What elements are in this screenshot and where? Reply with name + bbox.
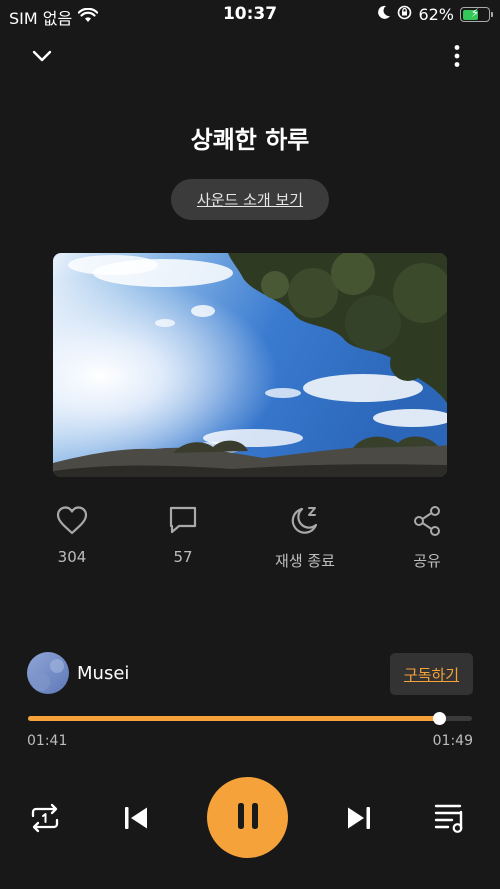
share-button[interactable]: 공유 [372, 505, 482, 571]
page-title: 상쾌한 하루 [190, 126, 310, 154]
channel-row: Musei 구독하기 [0, 652, 500, 696]
sleep-timer-button[interactable]: 재생 종료 [250, 505, 360, 571]
sound-intro-button[interactable]: 사운드 소개 보기 [171, 179, 329, 220]
skip-previous-icon[interactable] [119, 801, 153, 835]
skip-next-icon[interactable] [342, 801, 376, 835]
repeat-one-icon[interactable] [26, 801, 64, 835]
elapsed-time: 01:41 [27, 733, 68, 749]
playlist-music-icon[interactable] [432, 800, 470, 836]
moon-zzz-icon [288, 505, 322, 541]
share-label: 공유 [413, 552, 441, 570]
battery-percent: 62% [418, 5, 454, 24]
comment-button[interactable]: 57 [128, 505, 238, 566]
album-artwork [53, 253, 447, 477]
battery-charging-icon: ⚡ [460, 6, 493, 22]
more-vertical-icon[interactable] [445, 40, 469, 72]
status-right: 62% ⚡ [377, 5, 493, 24]
sky-trees-artwork [53, 253, 447, 477]
sleep-timer-label: 재생 종료 [275, 552, 335, 570]
progress-fill [28, 716, 439, 721]
avatar[interactable] [27, 652, 69, 694]
comment-count: 57 [173, 548, 193, 566]
pause-icon [235, 801, 261, 835]
channel-name[interactable]: Musei [77, 663, 129, 684]
play-pause-button[interactable] [207, 777, 288, 858]
subscribe-button[interactable]: 구독하기 [390, 653, 473, 695]
heart-icon [55, 505, 89, 539]
total-duration: 01:49 [432, 733, 473, 749]
playback-controls [0, 776, 500, 860]
progress-knob[interactable] [432, 712, 446, 725]
action-row: 304 57 재생 종료 공유 [0, 505, 500, 575]
share-icon [411, 505, 443, 541]
like-count: 304 [57, 548, 87, 566]
chevron-down-icon[interactable] [26, 42, 58, 70]
comment-icon [167, 505, 199, 539]
like-button[interactable]: 304 [17, 505, 127, 566]
status-bar: SIM 없음 10:37 62% ⚡ [0, 0, 500, 30]
progress-slider[interactable] [28, 712, 472, 725]
moon-icon [377, 5, 391, 24]
orientation-lock-icon [397, 5, 412, 24]
